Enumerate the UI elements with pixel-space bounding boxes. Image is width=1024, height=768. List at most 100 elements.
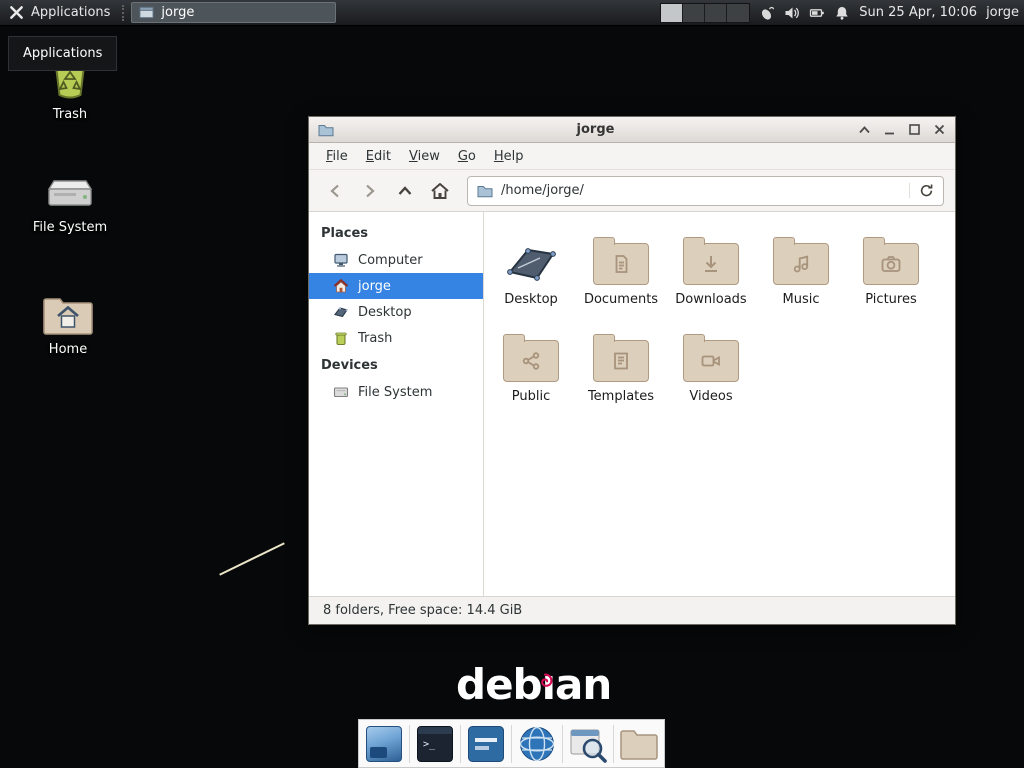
workspace-4[interactable] bbox=[727, 4, 749, 22]
folder-item-desktop[interactable]: Desktop bbox=[486, 228, 576, 325]
folder-label: Templates bbox=[588, 390, 654, 404]
terminal-icon: >_ bbox=[417, 726, 453, 762]
workspace-switcher[interactable] bbox=[660, 3, 750, 23]
folder-item-pictures[interactable]: Pictures bbox=[846, 228, 936, 325]
desktop: Applications jorge bbox=[0, 0, 1024, 768]
volume-icon[interactable] bbox=[784, 5, 800, 21]
close-button[interactable] bbox=[932, 123, 946, 137]
dock-launcher-appfinder[interactable] bbox=[567, 723, 609, 765]
folder-label: Documents bbox=[584, 293, 658, 307]
applications-menu-label: Applications bbox=[31, 5, 110, 20]
folder-item-videos[interactable]: Videos bbox=[666, 325, 756, 422]
drive-icon bbox=[333, 384, 349, 400]
sidebar-item-label: Desktop bbox=[358, 305, 412, 320]
folder-item-public[interactable]: Public bbox=[486, 325, 576, 422]
location-bar[interactable]: /home/jorge/ bbox=[467, 176, 944, 206]
mouse-icon[interactable] bbox=[759, 5, 775, 21]
dock-separator bbox=[511, 725, 512, 763]
sidebar-item-label: jorge bbox=[358, 279, 391, 294]
debian-swirl-icon bbox=[537, 651, 553, 700]
forward-button[interactable] bbox=[355, 177, 385, 205]
back-button[interactable] bbox=[320, 177, 350, 205]
dock-launcher-files[interactable] bbox=[618, 723, 660, 765]
desktop-icon-label: File System bbox=[33, 221, 107, 235]
music-folder-icon bbox=[773, 243, 829, 285]
maximize-button[interactable] bbox=[907, 123, 921, 137]
applications-tooltip-text: Applications bbox=[23, 46, 102, 61]
toolbar: /home/jorge/ bbox=[309, 170, 955, 211]
folder-label: Music bbox=[783, 293, 820, 307]
menu-bar: File Edit View Go Help bbox=[309, 143, 955, 170]
menu-edit[interactable]: Edit bbox=[357, 145, 400, 168]
applications-menu-button[interactable]: Applications bbox=[0, 0, 119, 25]
desktop-icon-label: Trash bbox=[53, 108, 87, 122]
display-icon bbox=[366, 726, 402, 762]
desktop-icon-label: Home bbox=[49, 343, 87, 357]
up-button[interactable] bbox=[390, 177, 420, 205]
magnifier-icon bbox=[569, 725, 607, 763]
panel-app-icon bbox=[468, 726, 504, 762]
sidebar-item-jorge[interactable]: jorge bbox=[309, 273, 483, 299]
menu-view[interactable]: View bbox=[400, 145, 449, 168]
workspace-1[interactable] bbox=[661, 4, 683, 22]
sidebar-item-desktop[interactable]: Desktop bbox=[309, 299, 483, 325]
dock-separator bbox=[409, 725, 410, 763]
home-folder-icon bbox=[42, 292, 94, 336]
debian-wordmark-i: ı bbox=[542, 660, 555, 709]
battery-icon[interactable] bbox=[809, 5, 825, 21]
file-manager-window-icon bbox=[139, 5, 154, 20]
computer-icon bbox=[333, 252, 349, 268]
places-sidebar: Places Computer jorge bbox=[309, 212, 484, 596]
templates-folder-icon bbox=[593, 340, 649, 382]
home-button[interactable] bbox=[425, 177, 455, 205]
menu-file[interactable]: File bbox=[317, 145, 357, 168]
desktop-icon-file-system[interactable]: File System bbox=[22, 172, 118, 235]
file-grid: Desktop Documents Downloads bbox=[484, 212, 955, 596]
shade-button[interactable] bbox=[857, 123, 871, 137]
menu-help[interactable]: Help bbox=[485, 145, 533, 168]
folder-label: Videos bbox=[689, 390, 732, 404]
clock[interactable]: Sun 25 Apr, 10:06 bbox=[859, 5, 977, 20]
debian-logo: debıan bbox=[456, 660, 611, 709]
taskbar-window-label: jorge bbox=[161, 5, 194, 20]
videos-folder-icon bbox=[683, 340, 739, 382]
cursor-trail-artifact bbox=[219, 542, 285, 575]
taskbar-window-button[interactable]: jorge bbox=[131, 2, 336, 23]
file-manager-window: jorge File Edit View Go Help bbox=[308, 116, 956, 625]
window-titlebar[interactable]: jorge bbox=[309, 117, 955, 143]
folder-label: Pictures bbox=[865, 293, 916, 307]
workspace-3[interactable] bbox=[705, 4, 727, 22]
notifications-bell-icon[interactable] bbox=[834, 5, 850, 21]
system-tray bbox=[759, 5, 850, 21]
sidebar-item-trash[interactable]: Trash bbox=[309, 325, 483, 351]
applications-tooltip: Applications bbox=[8, 36, 117, 71]
location-path[interactable]: /home/jorge/ bbox=[501, 183, 901, 198]
desktop-icon-home[interactable]: Home bbox=[20, 292, 116, 357]
places-header: Places bbox=[309, 219, 483, 247]
panel-username[interactable]: jorge bbox=[986, 5, 1019, 20]
folder-label: Downloads bbox=[675, 293, 746, 307]
minimize-button[interactable] bbox=[882, 123, 896, 137]
folder-label: Desktop bbox=[504, 293, 558, 307]
dock-launcher-panel[interactable] bbox=[465, 723, 507, 765]
documents-folder-icon bbox=[593, 243, 649, 285]
trash-icon bbox=[333, 330, 349, 346]
sidebar-item-computer[interactable]: Computer bbox=[309, 247, 483, 273]
dock-launcher-browser[interactable] bbox=[516, 723, 558, 765]
folder-item-downloads[interactable]: Downloads bbox=[666, 228, 756, 325]
menu-go[interactable]: Go bbox=[449, 145, 485, 168]
sidebar-item-file-system[interactable]: File System bbox=[309, 379, 483, 405]
dock-separator bbox=[562, 725, 563, 763]
folder-icon bbox=[619, 727, 659, 761]
reload-button[interactable] bbox=[909, 183, 934, 198]
folder-item-documents[interactable]: Documents bbox=[576, 228, 666, 325]
public-folder-icon bbox=[503, 340, 559, 382]
pictures-folder-icon bbox=[863, 243, 919, 285]
dock-launcher-display[interactable] bbox=[363, 723, 405, 765]
panel-separator bbox=[122, 5, 128, 21]
folder-item-music[interactable]: Music bbox=[756, 228, 846, 325]
path-folder-icon bbox=[477, 183, 493, 199]
folder-item-templates[interactable]: Templates bbox=[576, 325, 666, 422]
workspace-2[interactable] bbox=[683, 4, 705, 22]
dock-launcher-terminal[interactable]: >_ bbox=[414, 723, 456, 765]
